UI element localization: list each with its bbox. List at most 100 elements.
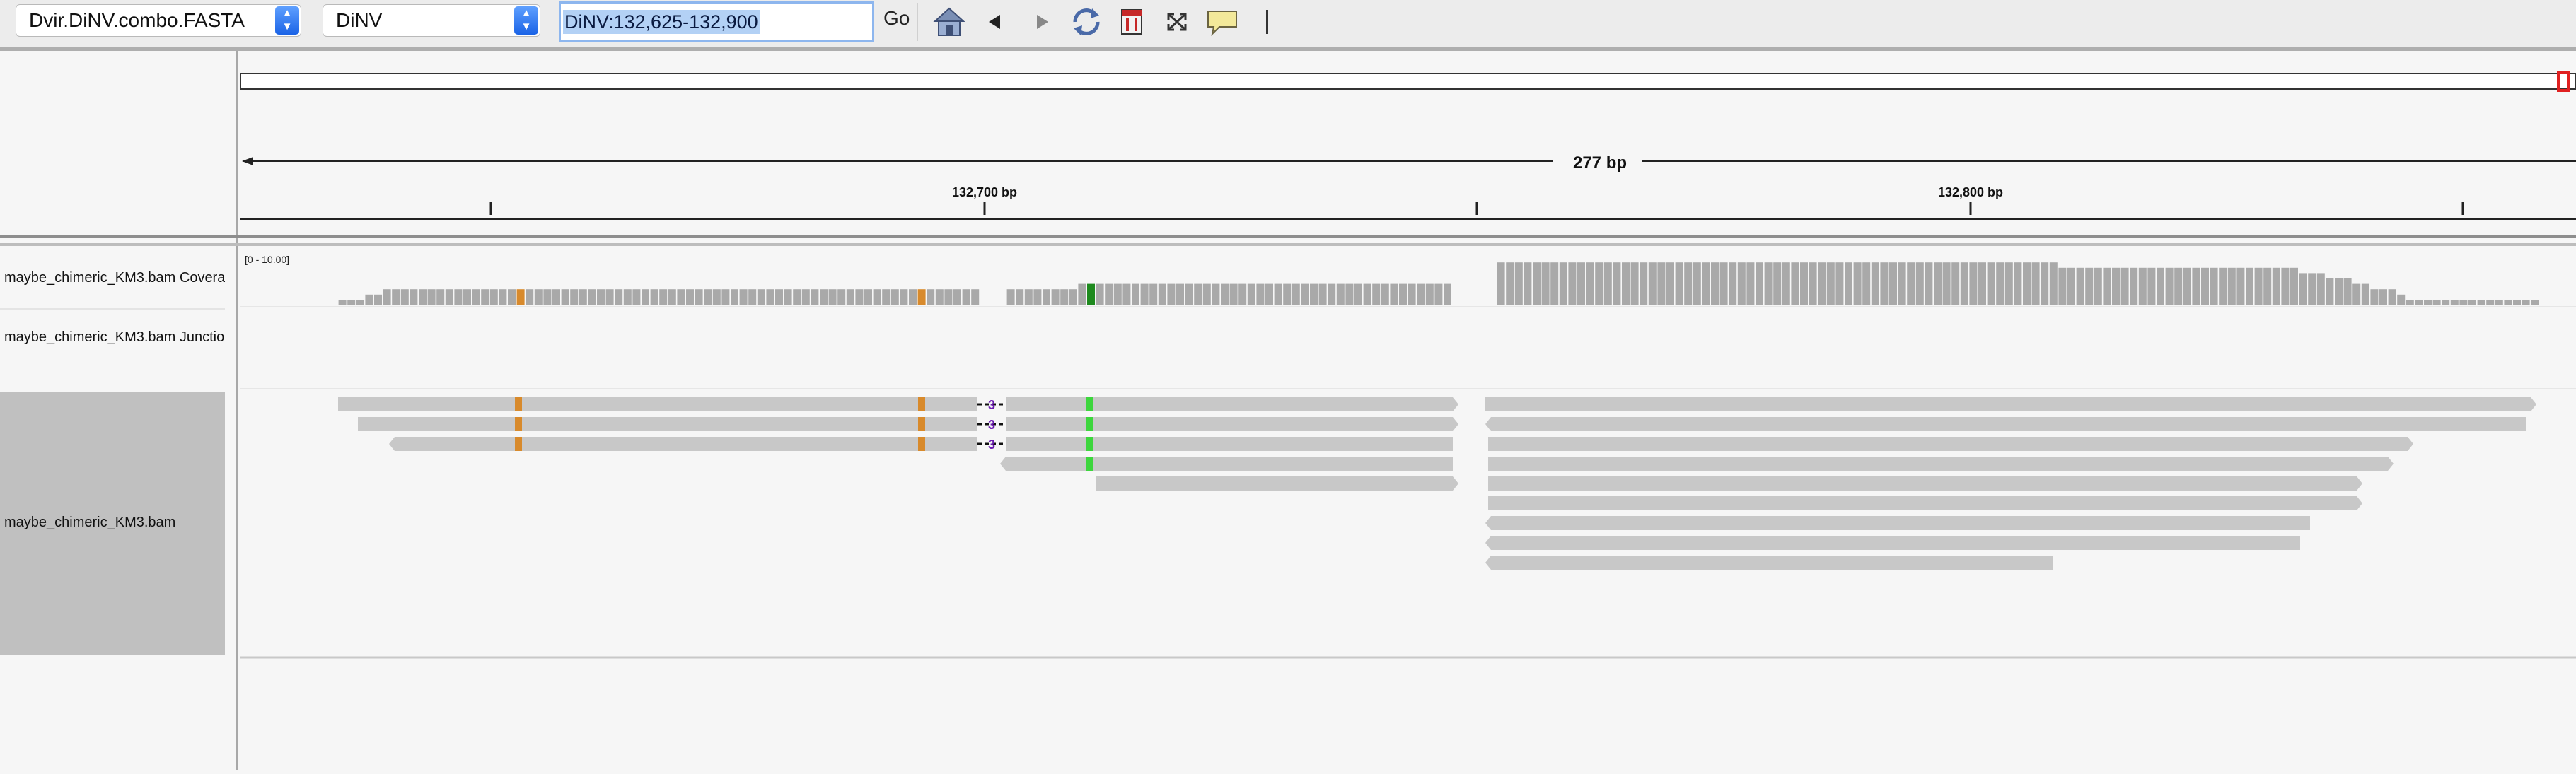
coverage-bar bbox=[2335, 278, 2343, 305]
alignment-track[interactable] bbox=[338, 397, 2536, 570]
coverage-bar bbox=[392, 289, 400, 305]
track-name-panel: maybe_chimeric_KM3.bam Coverage maybe_ch… bbox=[0, 247, 225, 770]
coverage-bar bbox=[1613, 262, 1621, 305]
coverage-bar bbox=[410, 289, 418, 305]
mismatch-base bbox=[918, 417, 925, 431]
back-arrow-icon[interactable] bbox=[976, 3, 1016, 41]
coverage-bar bbox=[534, 289, 543, 305]
coverage-bar bbox=[1568, 262, 1577, 305]
coverage-bar bbox=[1648, 262, 1657, 305]
coverage-bar bbox=[1559, 262, 1567, 305]
coverage-bar bbox=[481, 289, 489, 305]
coverage-bar bbox=[882, 289, 890, 305]
ruler-panel[interactable]: 277 bp 132,700 bp 132,800 bp bbox=[240, 51, 2576, 236]
coverage-bar bbox=[1105, 283, 1113, 305]
refresh-icon[interactable] bbox=[1067, 3, 1106, 41]
coverage-bar bbox=[1238, 283, 1247, 305]
resize-icon[interactable] bbox=[1157, 3, 1197, 41]
coverage-bar bbox=[2094, 267, 2102, 305]
aligned-read bbox=[338, 397, 977, 411]
coverage-bar bbox=[1176, 283, 1184, 305]
coverage-bar bbox=[820, 289, 828, 305]
coverage-bar bbox=[489, 289, 498, 305]
coverage-bar bbox=[1996, 262, 2004, 305]
coverage-bar bbox=[1113, 283, 1122, 305]
coverage-bar bbox=[1622, 262, 1630, 305]
name-panel-divider[interactable] bbox=[236, 51, 238, 770]
chromosome-ideogram[interactable] bbox=[240, 73, 2576, 90]
coverage-bar bbox=[1069, 289, 1077, 305]
coverage-bar bbox=[2522, 300, 2530, 305]
alignment-track-name[interactable]: maybe_chimeric_KM3.bam bbox=[4, 515, 225, 531]
coverage-bar bbox=[1880, 262, 1889, 305]
coverage-bar bbox=[1417, 283, 1425, 305]
coverage-bar bbox=[1016, 289, 1024, 305]
coverage-bar bbox=[1951, 262, 1960, 305]
coverage-bar bbox=[2397, 294, 2406, 305]
coverage-bar bbox=[1301, 283, 1309, 305]
home-icon[interactable] bbox=[929, 3, 969, 41]
coverage-bar bbox=[1737, 262, 1746, 305]
insertion-label: 3 bbox=[988, 418, 995, 432]
coverage-bar bbox=[2103, 267, 2111, 305]
coverage-bar bbox=[2477, 300, 2485, 305]
coverage-bar bbox=[623, 289, 632, 305]
roi-icon[interactable] bbox=[1112, 3, 1151, 41]
coverage-bar bbox=[1194, 283, 1202, 305]
coverage-bar bbox=[1586, 262, 1594, 305]
coverage-bar bbox=[1202, 283, 1211, 305]
coverage-bar bbox=[1265, 283, 1273, 305]
coverage-bar bbox=[1898, 262, 1906, 305]
coverage-bar bbox=[1693, 262, 1701, 305]
genome-dropdown[interactable]: Dvir.DiNV.combo.FASTA ▲ ▼ bbox=[16, 4, 301, 37]
coverage-track[interactable] bbox=[338, 262, 2539, 305]
coverage-bar bbox=[1862, 262, 1871, 305]
coverage-bar bbox=[1729, 262, 1737, 305]
coverage-track-name[interactable]: maybe_chimeric_KM3.bam Coverage bbox=[4, 270, 225, 286]
chromosome-dropdown[interactable]: DiNV ▲ ▼ bbox=[323, 4, 540, 37]
coverage-bar bbox=[1247, 283, 1255, 305]
insertion-markers: 3 3 3 bbox=[977, 398, 1006, 452]
coverage-bar bbox=[1657, 262, 1666, 305]
popup-text-icon[interactable] bbox=[1202, 3, 1242, 41]
mismatch-base bbox=[918, 437, 925, 451]
coverage-bar bbox=[2201, 267, 2209, 305]
coverage-bar bbox=[2058, 267, 2067, 305]
coverage-bar bbox=[962, 289, 970, 305]
coverage-bar bbox=[917, 289, 926, 305]
coverage-bar bbox=[1444, 283, 1451, 305]
track-data-panel[interactable]: [0 - 10.00] 3 3 3 bbox=[240, 247, 2576, 770]
toolbar: Dvir.DiNV.combo.FASTA ▲ ▼ DiNV ▲ ▼ DiNV:13… bbox=[0, 0, 2576, 48]
coverage-bar bbox=[2112, 267, 2120, 305]
coverage-bar bbox=[2352, 283, 2361, 305]
coverage-bar bbox=[1853, 262, 1862, 305]
coverage-bar bbox=[2468, 300, 2476, 305]
coverage-bar bbox=[2138, 267, 2147, 305]
coverage-bar bbox=[597, 289, 605, 305]
coverage-bar bbox=[2219, 267, 2227, 305]
coverage-bar bbox=[846, 289, 854, 305]
coverage-bar bbox=[2495, 300, 2503, 305]
mismatch-base bbox=[918, 397, 925, 411]
coverage-bar bbox=[2281, 267, 2290, 305]
coverage-bar bbox=[508, 289, 516, 305]
aligned-read bbox=[1488, 457, 2394, 471]
tick-label-132800: 132,800 bp bbox=[1938, 185, 2003, 199]
forward-arrow-icon[interactable] bbox=[1021, 3, 1061, 41]
coverage-bar bbox=[775, 289, 783, 305]
coverage-bar bbox=[1122, 283, 1131, 305]
coverage-bar bbox=[1149, 283, 1158, 305]
coverage-bar bbox=[1960, 262, 1968, 305]
coverage-bar bbox=[1185, 283, 1193, 305]
locus-input[interactable]: DiNV:132,625-132,900 bbox=[559, 1, 874, 42]
go-button[interactable]: Go bbox=[883, 7, 910, 30]
coverage-bar bbox=[909, 289, 917, 305]
coverage-bar bbox=[605, 289, 614, 305]
coverage-bar bbox=[1060, 289, 1069, 305]
coverage-bar bbox=[1318, 283, 1327, 305]
coverage-bar bbox=[757, 289, 765, 305]
coverage-bar bbox=[721, 289, 730, 305]
junctions-track-name[interactable]: maybe_chimeric_KM3.bam Junctions bbox=[4, 329, 225, 346]
coverage-bar bbox=[2361, 283, 2369, 305]
coverage-bar bbox=[1078, 283, 1086, 305]
